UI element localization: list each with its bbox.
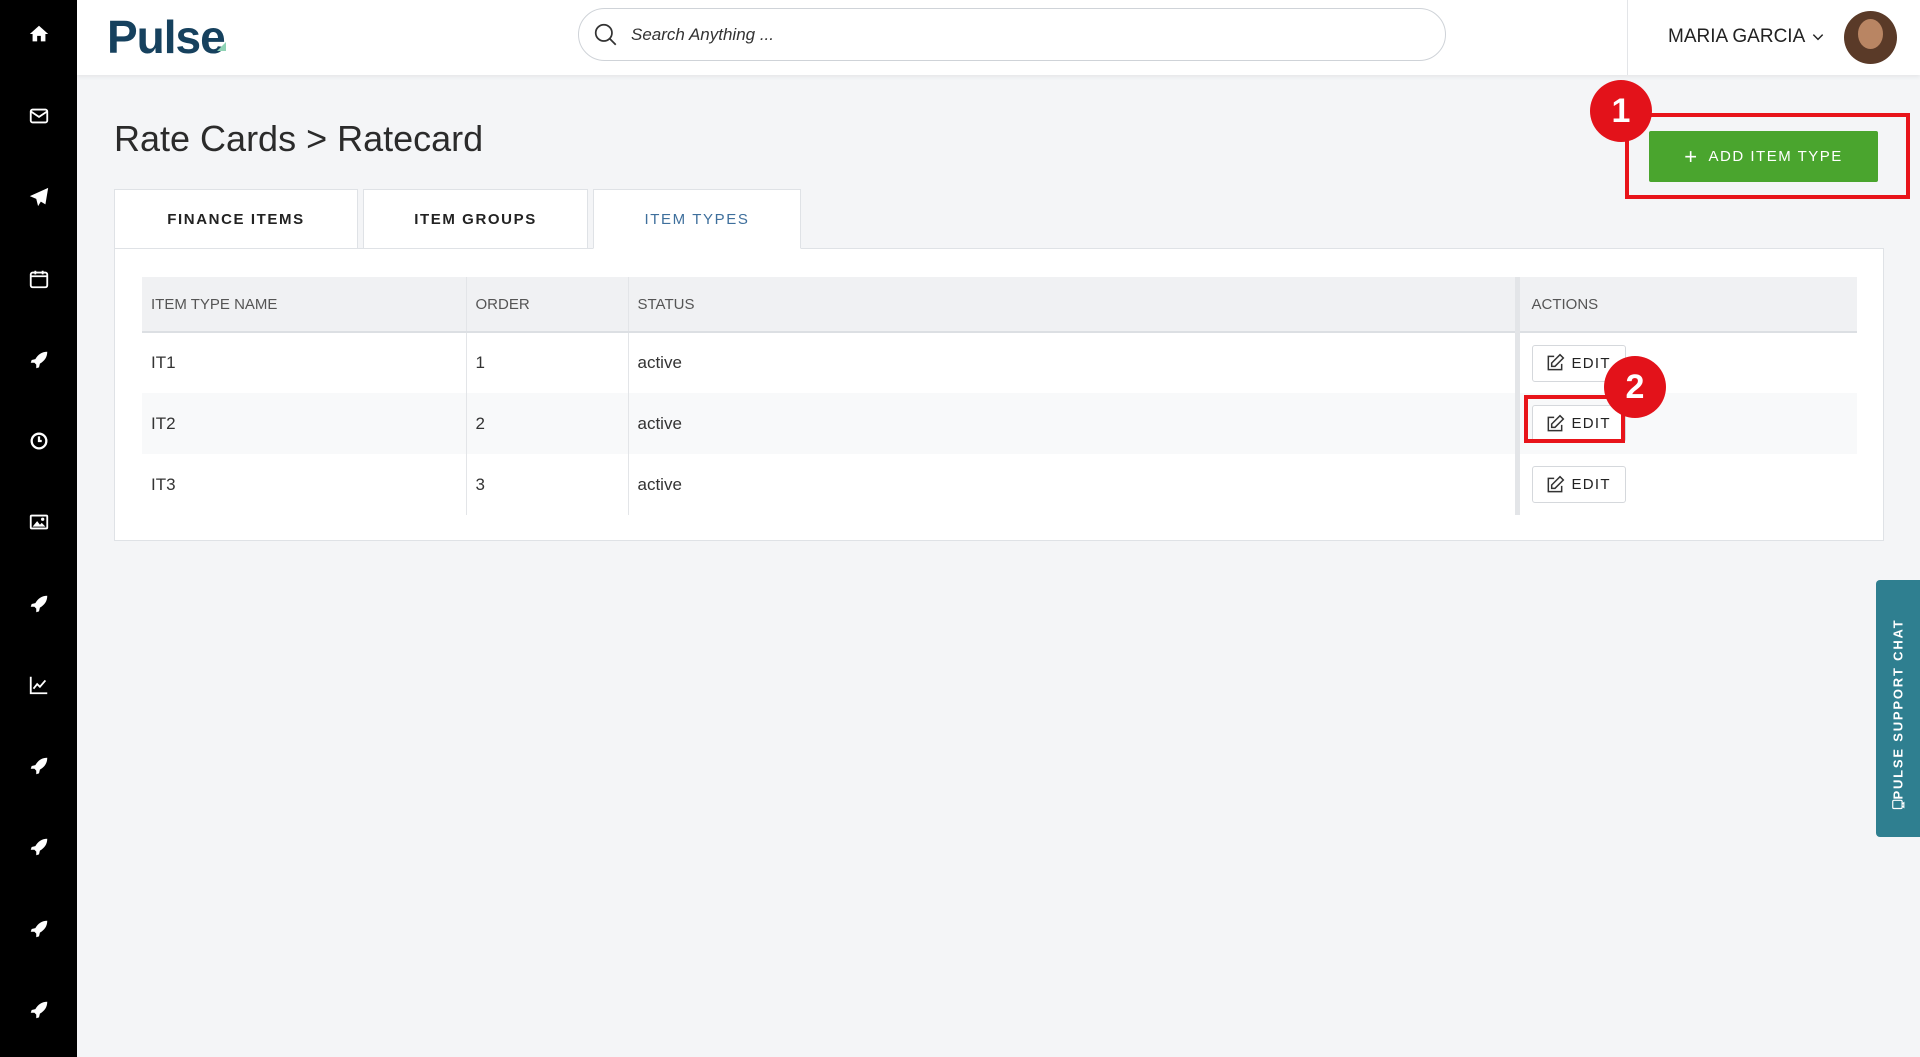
- column-header-status[interactable]: STATUS: [628, 277, 1520, 333]
- annotation-marker-1: 1: [1590, 80, 1652, 142]
- table-header-row: ITEM TYPE NAME ORDER STATUS ACTIONS: [142, 277, 1857, 333]
- item-type-order: 2: [466, 393, 629, 454]
- sidebar-item-rocket-2[interactable]: [0, 584, 77, 624]
- edit-label: EDIT: [1571, 354, 1611, 372]
- table-row: IT1 1 active EDIT: [142, 332, 1857, 393]
- logo-accent: [217, 42, 226, 51]
- item-types-table: ITEM TYPE NAME ORDER STATUS ACTIONS IT1 …: [142, 277, 1857, 515]
- add-item-type-label: ADD ITEM TYPE: [1708, 148, 1843, 165]
- edit-label: EDIT: [1571, 415, 1611, 432]
- search-input[interactable]: [631, 24, 1391, 45]
- top-header: Pulse MARIA GARCIA: [77, 0, 1920, 75]
- tab-item-types[interactable]: ITEM TYPES: [593, 189, 801, 249]
- header-divider: [1627, 0, 1628, 75]
- rocket-icon: [30, 1001, 47, 1019]
- edit-label: EDIT: [1571, 476, 1611, 493]
- sidebar-item-rocket-5[interactable]: [0, 909, 77, 949]
- column-header-name[interactable]: ITEM TYPE NAME: [142, 277, 467, 333]
- tab-label: ITEM GROUPS: [414, 210, 537, 228]
- user-menu[interactable]: MARIA GARCIA: [1668, 26, 1825, 48]
- avatar[interactable]: [1844, 11, 1897, 64]
- tab-label: FINANCE ITEMS: [167, 210, 305, 228]
- chart-icon: [29, 676, 47, 695]
- image-icon: [29, 514, 48, 530]
- table-row: IT2 2 active EDIT: [142, 393, 1857, 454]
- tab-label: ITEM TYPES: [644, 210, 750, 228]
- clock-icon: [30, 432, 47, 450]
- sidebar-item-send[interactable]: [0, 177, 77, 217]
- rocket-icon: [30, 757, 47, 775]
- table-row: IT3 3 active EDIT: [142, 454, 1857, 515]
- sidebar-item-rocket-1[interactable]: [0, 340, 77, 380]
- sidebar-item-clock[interactable]: [0, 421, 77, 461]
- annotation-marker-2: 2: [1604, 356, 1666, 418]
- chat-icon: [1892, 799, 1905, 810]
- sidebar-item-rocket-3[interactable]: [0, 746, 77, 786]
- chevron-down-icon: [1813, 34, 1824, 41]
- support-chat-label: PULSE SUPPORT CHAT: [1890, 618, 1906, 799]
- add-item-type-button[interactable]: + ADD ITEM TYPE: [1649, 131, 1878, 182]
- sidebar-item-analytics[interactable]: [0, 665, 77, 705]
- support-chat-tab[interactable]: PULSE SUPPORT CHAT: [1876, 580, 1920, 837]
- column-header-order[interactable]: ORDER: [466, 277, 629, 333]
- mail-icon: [29, 108, 48, 124]
- rocket-icon: [30, 838, 47, 856]
- rocket-icon: [30, 351, 47, 369]
- item-type-status: active: [628, 393, 1520, 454]
- search-bar[interactable]: [578, 8, 1446, 61]
- item-type-order: 1: [466, 332, 629, 393]
- item-type-status: active: [628, 332, 1520, 393]
- tab-item-groups[interactable]: ITEM GROUPS: [363, 189, 588, 249]
- search-icon: [593, 21, 621, 49]
- page-title: Rate Cards > Ratecard: [114, 118, 484, 159]
- sidebar-item-calendar[interactable]: [0, 259, 77, 299]
- edit-button-row-3[interactable]: EDIT: [1531, 466, 1626, 503]
- edit-icon: [1547, 414, 1564, 431]
- item-type-name: IT1: [142, 332, 467, 393]
- home-icon: [29, 25, 48, 42]
- sidebar-item-mail[interactable]: [0, 96, 77, 136]
- item-type-name: IT2: [142, 393, 467, 454]
- send-icon: [29, 187, 48, 207]
- item-type-order: 3: [466, 454, 629, 515]
- edit-icon: [1547, 475, 1564, 492]
- actions-cell: EDIT: [1517, 393, 1857, 454]
- sidebar-item-rocket-4[interactable]: [0, 827, 77, 867]
- edit-icon: [1547, 353, 1564, 371]
- sidebar-item-home[interactable]: [0, 14, 77, 54]
- sidebar-item-images[interactable]: [0, 502, 77, 542]
- sidebar: [0, 0, 77, 1057]
- plus-icon: +: [1684, 143, 1699, 169]
- sidebar-item-rocket-6[interactable]: [0, 990, 77, 1030]
- pulse-logo[interactable]: Pulse: [107, 10, 226, 64]
- item-type-status: active: [628, 454, 1520, 515]
- tab-finance-items[interactable]: FINANCE ITEMS: [114, 189, 358, 249]
- rocket-icon: [30, 920, 47, 938]
- edit-button-row-2[interactable]: EDIT: [1531, 405, 1626, 442]
- actions-cell: EDIT: [1517, 332, 1857, 393]
- item-type-name: IT3: [142, 454, 467, 515]
- calendar-icon: [29, 270, 48, 289]
- actions-cell: EDIT: [1517, 454, 1857, 515]
- user-name-label: MARIA GARCIA: [1668, 26, 1806, 47]
- column-header-actions: ACTIONS: [1517, 277, 1857, 333]
- rocket-icon: [30, 595, 47, 613]
